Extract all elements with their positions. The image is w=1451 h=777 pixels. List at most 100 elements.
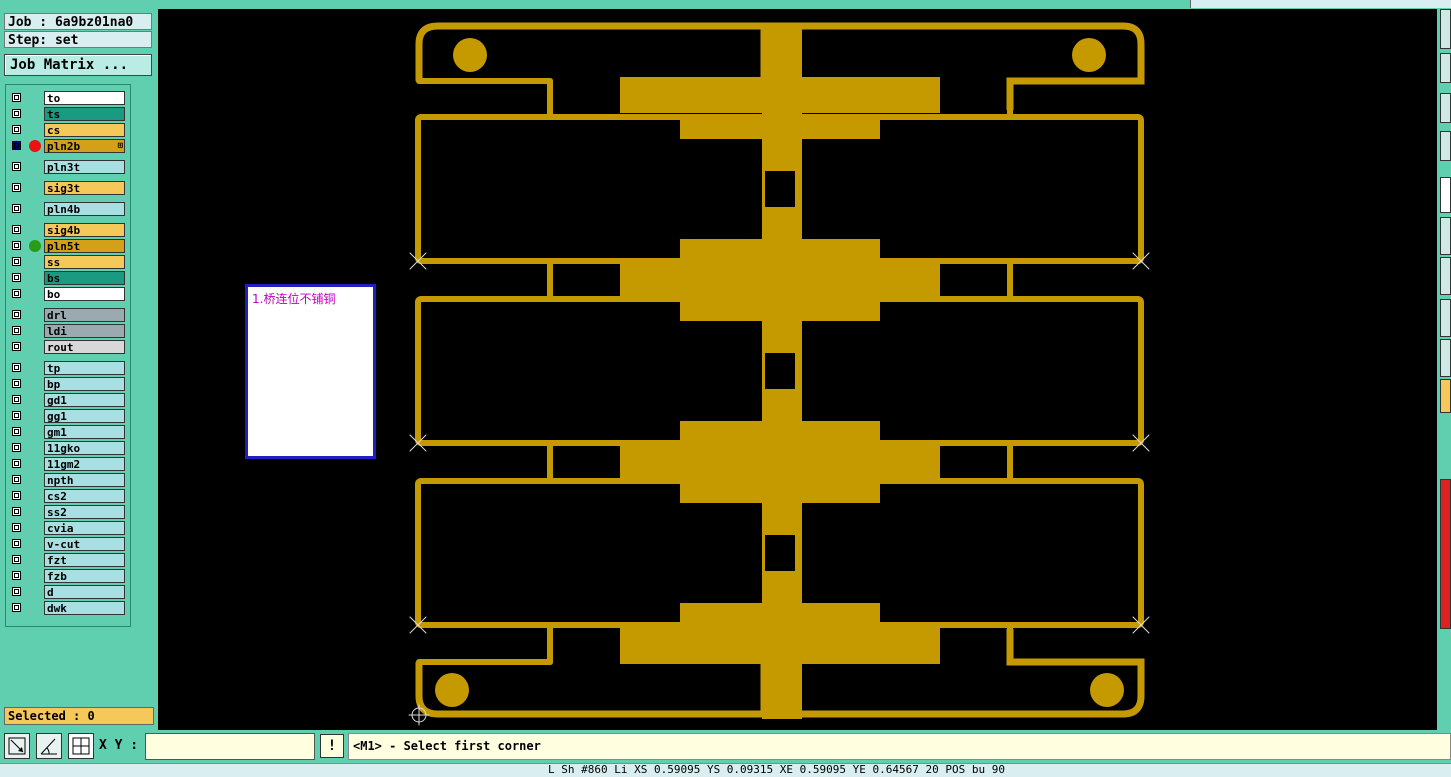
layer-row-gm1[interactable]: gm1	[6, 425, 130, 440]
layer-row-gg1[interactable]: gg1	[6, 409, 130, 424]
layer-checkbox[interactable]	[12, 395, 21, 404]
layer-checkbox[interactable]	[12, 183, 21, 192]
zoom-fit-button[interactable]	[4, 733, 30, 759]
tool-button-4[interactable]	[1440, 339, 1451, 377]
layer-name[interactable]: ss2	[44, 505, 125, 519]
layer-checkbox[interactable]	[12, 491, 21, 500]
layer-name[interactable]: fzb	[44, 569, 125, 583]
layer-row-npth[interactable]: npth	[6, 473, 130, 488]
layer-name[interactable]: gg1	[44, 409, 125, 423]
layer-name[interactable]: rout	[44, 340, 125, 354]
layer-name[interactable]: cvia	[44, 521, 125, 535]
layer-row-11gko[interactable]: 11gko	[6, 441, 130, 456]
layer-checkbox[interactable]	[12, 443, 21, 452]
layer-row-pln2b[interactable]: pln2b ⊞	[6, 139, 130, 154]
layer-name[interactable]: drl	[44, 308, 125, 322]
layer-checkbox[interactable]	[12, 363, 21, 372]
layer-row-pln3t[interactable]: pln3t	[6, 160, 130, 175]
layer-name[interactable]: ldi	[44, 324, 125, 338]
panel-expand-button[interactable]	[1440, 9, 1451, 49]
layer-checkbox[interactable]	[12, 289, 21, 298]
layer-checkbox[interactable]	[12, 459, 21, 468]
layer-name[interactable]: 11gm2	[44, 457, 125, 471]
layer-checkbox[interactable]	[12, 125, 21, 134]
layer-name[interactable]: sig4b	[44, 223, 125, 237]
layer-name[interactable]: 11gko	[44, 441, 125, 455]
layer-name[interactable]: fzt	[44, 553, 125, 567]
layer-checkbox[interactable]	[12, 162, 21, 171]
layer-checkbox[interactable]	[12, 427, 21, 436]
warning-button[interactable]: !	[320, 734, 344, 758]
layer-name[interactable]: sig3t	[44, 181, 125, 195]
color-swatch-white[interactable]	[1440, 177, 1451, 213]
layer-checkbox[interactable]	[12, 475, 21, 484]
xy-input[interactable]	[145, 733, 315, 760]
layer-checkbox[interactable]	[12, 204, 21, 213]
layer-checkbox[interactable]	[12, 225, 21, 234]
layer-checkbox[interactable]	[12, 310, 21, 319]
layer-name[interactable]: pln5t	[44, 239, 125, 253]
layer-name[interactable]: ss	[44, 255, 125, 269]
layer-name[interactable]: ts	[44, 107, 125, 121]
layer-name[interactable]: bp	[44, 377, 125, 391]
layer-row-drl[interactable]: drl	[6, 308, 130, 323]
layer-row-cvia[interactable]: cvia	[6, 521, 130, 536]
layer-checkbox[interactable]	[12, 273, 21, 282]
layer-checkbox[interactable]	[12, 109, 21, 118]
layer-checkbox[interactable]	[12, 523, 21, 532]
layer-name[interactable]: gd1	[44, 393, 125, 407]
layer-row-gd1[interactable]: gd1	[6, 393, 130, 408]
layer-row-ldi[interactable]: ldi	[6, 324, 130, 339]
color-swatch-red[interactable]	[1440, 479, 1451, 629]
layer-checkbox[interactable]	[12, 141, 21, 150]
layer-checkbox[interactable]	[12, 257, 21, 266]
layer-row-ts[interactable]: ts	[6, 107, 130, 122]
layer-row-pln5t[interactable]: pln5t	[6, 239, 130, 254]
layer-row-sig4b[interactable]: sig4b	[6, 223, 130, 238]
layer-row-rout[interactable]: rout	[6, 340, 130, 355]
layer-row-fzb[interactable]: fzb	[6, 569, 130, 584]
layer-row-v-cut[interactable]: v-cut	[6, 537, 130, 552]
layer-checkbox[interactable]	[12, 571, 21, 580]
layer-row-bs[interactable]: bs	[6, 271, 130, 286]
layer-checkbox[interactable]	[12, 93, 21, 102]
layer-name[interactable]: npth	[44, 473, 125, 487]
layer-checkbox[interactable]	[12, 241, 21, 250]
layer-row-tp[interactable]: tp	[6, 361, 130, 376]
layer-row-sig3t[interactable]: sig3t	[6, 181, 130, 196]
layer-name[interactable]: pln2b ⊞	[44, 139, 125, 153]
layer-checkbox[interactable]	[12, 603, 21, 612]
layer-checkbox[interactable]	[12, 342, 21, 351]
layer-name[interactable]: to	[44, 91, 125, 105]
layer-name[interactable]: bo	[44, 287, 125, 301]
layer-row-dwk[interactable]: dwk	[6, 601, 130, 616]
tool-button-2[interactable]	[1440, 257, 1451, 295]
layer-checkbox[interactable]	[12, 539, 21, 548]
color-swatch-yellow[interactable]	[1440, 379, 1451, 413]
layer-checkbox[interactable]	[12, 379, 21, 388]
layer-row-11gm2[interactable]: 11gm2	[6, 457, 130, 472]
layer-row-ss[interactable]: ss	[6, 255, 130, 270]
layer-row-bp[interactable]: bp	[6, 377, 130, 392]
arrow-right-button[interactable]	[1440, 93, 1451, 123]
layer-row-cs2[interactable]: cs2	[6, 489, 130, 504]
layer-checkbox[interactable]	[12, 507, 21, 516]
layer-row-ss2[interactable]: ss2	[6, 505, 130, 520]
layer-name[interactable]: dwk	[44, 601, 125, 615]
layer-name[interactable]: cs2	[44, 489, 125, 503]
layer-name[interactable]: bs	[44, 271, 125, 285]
layer-row-fzt[interactable]: fzt	[6, 553, 130, 568]
layer-checkbox[interactable]	[12, 326, 21, 335]
layer-name[interactable]: pln3t	[44, 160, 125, 174]
tool-button-1[interactable]	[1440, 217, 1451, 255]
layer-row-to[interactable]: to	[6, 91, 130, 106]
layer-checkbox[interactable]	[12, 411, 21, 420]
layer-name[interactable]: d	[44, 585, 125, 599]
menu-button[interactable]	[1440, 131, 1451, 161]
job-matrix-button[interactable]: Job Matrix ...	[4, 54, 152, 76]
grid-snap-button[interactable]	[68, 733, 94, 759]
layer-row-pln4b[interactable]: pln4b	[6, 202, 130, 217]
arrow-left-button[interactable]	[1440, 53, 1451, 83]
layer-row-cs[interactable]: cs	[6, 123, 130, 138]
layer-name[interactable]: tp	[44, 361, 125, 375]
